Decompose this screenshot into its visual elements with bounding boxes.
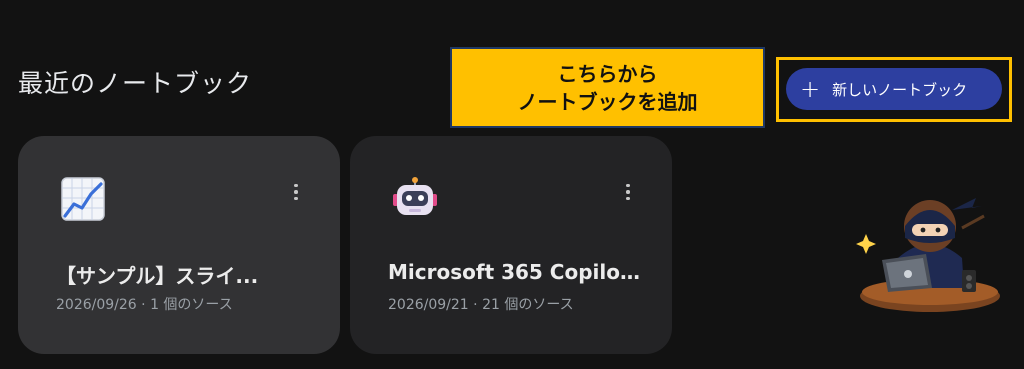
notebook-source-count: 1 個のソース <box>150 297 233 313</box>
notebook-list-page: 最近のノートブック こちらから ノートブックを追加 + 新しいノートブック 【サ… <box>0 0 1024 369</box>
notebook-title: 【サンプル】スライ... <box>56 264 259 288</box>
notebook-title: Microsoft 365 Copilot... <box>388 260 648 284</box>
notebook-card[interactable]: Microsoft 365 Copilot... 2026/09/21 · 21… <box>350 136 672 354</box>
chart-increasing-icon <box>61 177 105 221</box>
more-options-icon[interactable] <box>288 180 304 204</box>
robot-icon <box>393 177 437 215</box>
callout-line-2: ノートブックを追加 <box>517 89 698 114</box>
callout-annotation: こちらから ノートブックを追加 <box>450 47 765 128</box>
recent-notebooks-heading: 最近のノートブック <box>18 69 253 98</box>
notebook-meta: 2026/09/21 · 21 個のソース <box>388 294 574 314</box>
meta-separator: · <box>141 297 151 313</box>
new-notebook-button[interactable]: + 新しいノートブック <box>786 68 1002 110</box>
notebook-source-count: 21 個のソース <box>482 297 574 313</box>
notebook-date: 2026/09/26 <box>56 297 137 313</box>
notebook-card[interactable]: 【サンプル】スライ... 2026/09/26 · 1 個のソース <box>18 136 340 354</box>
new-notebook-label: 新しいノートブック <box>832 80 968 99</box>
meta-separator: · <box>473 297 483 313</box>
ninja-mascot-illustration <box>856 198 1000 312</box>
notebook-date: 2026/09/21 <box>388 297 469 313</box>
more-options-icon[interactable] <box>620 180 636 204</box>
plus-icon: + <box>800 75 821 103</box>
callout-line-1: こちらから <box>557 61 658 86</box>
notebook-meta: 2026/09/26 · 1 個のソース <box>56 294 233 314</box>
